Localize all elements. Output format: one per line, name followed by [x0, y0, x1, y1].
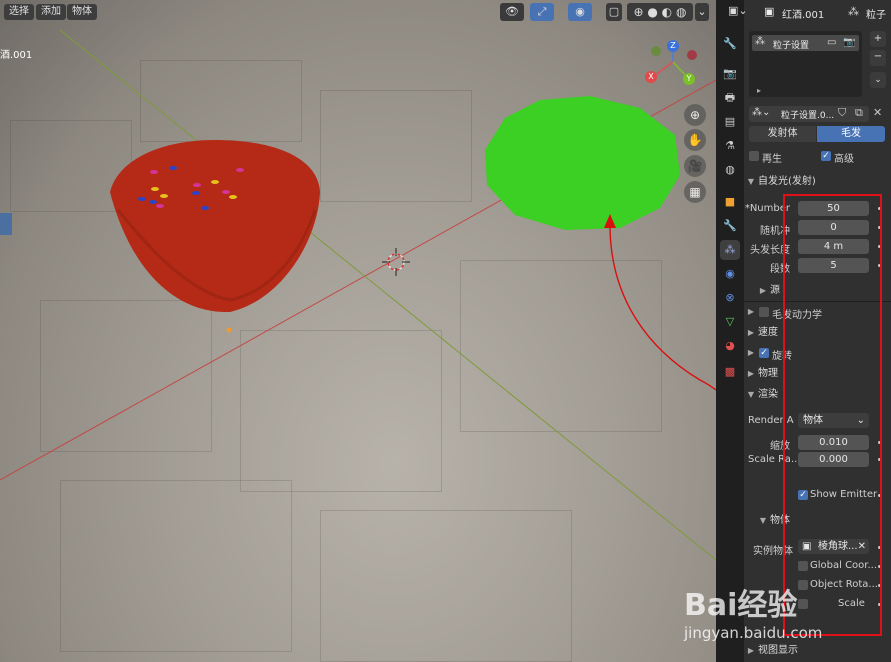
object-menu[interactable]: 物体	[67, 4, 97, 20]
emitter-type-tab[interactable]: 发射体	[749, 126, 816, 142]
object-icon: ▣	[764, 5, 775, 18]
render-title: 渲染	[758, 389, 778, 400]
shading-modes[interactable]: ⊕ ● ◐ ◍	[627, 3, 693, 21]
render-toggle-icon[interactable]: 📷	[843, 37, 855, 48]
annotation-arrow	[609, 224, 716, 391]
particle-slot-name: 粒子设置	[773, 41, 810, 51]
duplicate-icon[interactable]: ⧉	[855, 106, 863, 120]
particle	[193, 183, 201, 187]
origin-point	[226, 327, 232, 333]
properties-tabs: 🔧 📷 🖶 ▤ ⚗ ◍ ■ 🔧 ⁂ ◉ ⊗ ▽ ◕ ▩	[716, 0, 744, 662]
output-tab-icon[interactable]: 🖶	[720, 88, 740, 108]
particle	[236, 168, 244, 172]
tool-tab-icon[interactable]: 🔧	[720, 34, 740, 54]
advanced-checkbox[interactable]: ✓	[821, 151, 831, 161]
render-tab-icon[interactable]: 📷	[720, 64, 740, 84]
constraints-tab-icon[interactable]: ⊗	[720, 288, 740, 308]
viewport-display-section-header[interactable]: ▶ 视图显示	[744, 641, 891, 661]
header-particle-name: 粒子	[866, 10, 886, 21]
viewport-toggle-icon[interactable]: ▭	[827, 37, 836, 48]
3d-viewport[interactable]: Z X Y 选择 添加 物体 酒.001 👁 ⤢ ◉ ▢ ⊕ ● ◐ ◍ ⌄ ⊕…	[0, 0, 716, 662]
particle	[150, 170, 158, 174]
unlink-icon[interactable]: ✕	[873, 106, 882, 119]
particle	[138, 197, 146, 201]
particle	[149, 200, 157, 204]
emission-title: 自发光(发射)	[758, 176, 816, 187]
object-tab-icon[interactable]: ■	[720, 192, 740, 212]
particle	[222, 190, 230, 194]
particle	[192, 191, 200, 195]
particle	[160, 194, 168, 198]
select-menu[interactable]: 选择	[4, 4, 34, 20]
remove-slot-button[interactable]: −	[870, 50, 886, 66]
camera-icon[interactable]: 🎥	[684, 155, 706, 177]
hair-type-tab[interactable]: 毛发	[817, 126, 885, 142]
collapse-arrow-icon: ▼	[747, 390, 755, 399]
regrow-label: 再生	[762, 154, 782, 165]
expand-arrow-icon: ▶	[747, 348, 755, 357]
regrow-checkbox[interactable]	[749, 151, 759, 161]
hair-dynamics-checkbox[interactable]	[759, 307, 769, 317]
velocity-title: 速度	[758, 327, 778, 338]
3d-cursor	[382, 248, 410, 276]
overlay-toggle-icon[interactable]: ◉	[568, 3, 592, 21]
shading-dropdown-icon[interactable]: ⌄	[695, 3, 709, 21]
zoom-icon[interactable]: ⊕	[684, 104, 706, 126]
physics-tab-icon[interactable]: ◉	[720, 264, 740, 284]
editor-type-icon[interactable]: ▣⌄	[728, 4, 748, 20]
expand-arrow-icon: ▶	[747, 646, 755, 655]
rotation-checkbox[interactable]: ✓	[759, 348, 769, 358]
visibility-icon[interactable]: 👁	[500, 3, 524, 21]
material-tab-icon[interactable]: ◕	[720, 336, 740, 356]
fake-user-icon[interactable]: ⛉	[838, 106, 846, 120]
modifier-tab-icon[interactable]: 🔧	[720, 216, 740, 236]
collapse-arrow-icon: ▼	[759, 516, 767, 525]
gizmo-y-axis[interactable]: Y	[683, 73, 695, 85]
expand-arrow-icon: ▶	[747, 307, 755, 316]
gizmo-toggle-icon[interactable]: ⤢	[530, 3, 554, 21]
viewport-display-title: 视图显示	[758, 645, 798, 656]
particle	[156, 204, 164, 208]
expand-arrow-icon: ▶	[759, 286, 767, 295]
view-layer-tab-icon[interactable]: ▤	[720, 112, 740, 132]
particle	[169, 166, 177, 170]
list-expand-icon[interactable]: ▸	[757, 86, 761, 95]
slot-specials-icon[interactable]: ⌄	[870, 72, 886, 88]
particle	[151, 187, 159, 191]
expand-arrow-icon: ▶	[747, 369, 755, 378]
collapse-arrow-icon: ▼	[747, 177, 755, 186]
data-tab-icon[interactable]: ▽	[720, 312, 740, 332]
left-toolbar-edge	[0, 213, 12, 235]
particle	[201, 206, 209, 210]
pan-hand-icon[interactable]: ✋	[684, 129, 706, 151]
scene-canvas	[0, 29, 716, 561]
emission-section-header[interactable]: ▼ 自发光(发射)	[744, 172, 891, 192]
source-title: 源	[770, 285, 780, 296]
xray-icon[interactable]: ▢	[606, 3, 622, 21]
world-tab-icon[interactable]: ◍	[720, 160, 740, 180]
add-slot-button[interactable]: +	[870, 31, 886, 47]
particles-tab-icon[interactable]: ⁂	[720, 240, 740, 260]
scene-tab-icon[interactable]: ⚗	[720, 136, 740, 156]
texture-tab-icon[interactable]: ▩	[720, 362, 740, 382]
particle-slot-icon: ⁂	[755, 36, 765, 47]
advanced-label: 高级	[834, 154, 854, 165]
gizmo-z-axis[interactable]: Z	[667, 40, 679, 52]
red-bowl	[110, 140, 320, 313]
watermark-url: jingyan.baidu.com	[684, 624, 823, 642]
expand-arrow-icon: ▶	[747, 328, 755, 337]
watermark-brand: Bai经验	[684, 588, 798, 623]
particle-settings-icon: ⁂⌄	[752, 107, 771, 118]
gizmo-x-axis[interactable]: X	[645, 71, 657, 83]
header-object-name: 红酒.001	[782, 10, 825, 21]
physics-title: 物理	[758, 368, 778, 379]
particle-settings-name: 粒子设置.0...	[781, 111, 835, 121]
grid-icon[interactable]: ▦	[684, 181, 706, 203]
particle	[229, 195, 237, 199]
active-object-label: 酒.001	[0, 50, 33, 61]
particle	[211, 180, 219, 184]
annotation-highlight-box	[783, 194, 882, 636]
particle-icon: ⁂	[848, 5, 859, 18]
add-menu[interactable]: 添加	[36, 4, 66, 20]
